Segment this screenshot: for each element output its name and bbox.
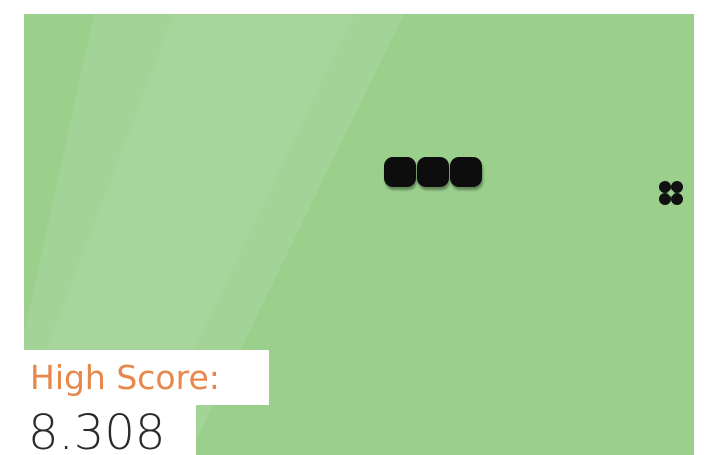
high-score-label: High Score: [30,358,220,397]
game-screen: High Score: 8.308 [0,0,704,455]
high-score-value: 8.308 [28,405,166,455]
high-score-panel: High Score: [24,350,269,405]
flower-icon [659,181,683,205]
snake-segment [384,157,416,187]
snake-segment [450,157,482,187]
snake-segment [417,157,449,187]
high-score-value-panel: 8.308 [24,405,196,455]
snake [384,157,482,187]
